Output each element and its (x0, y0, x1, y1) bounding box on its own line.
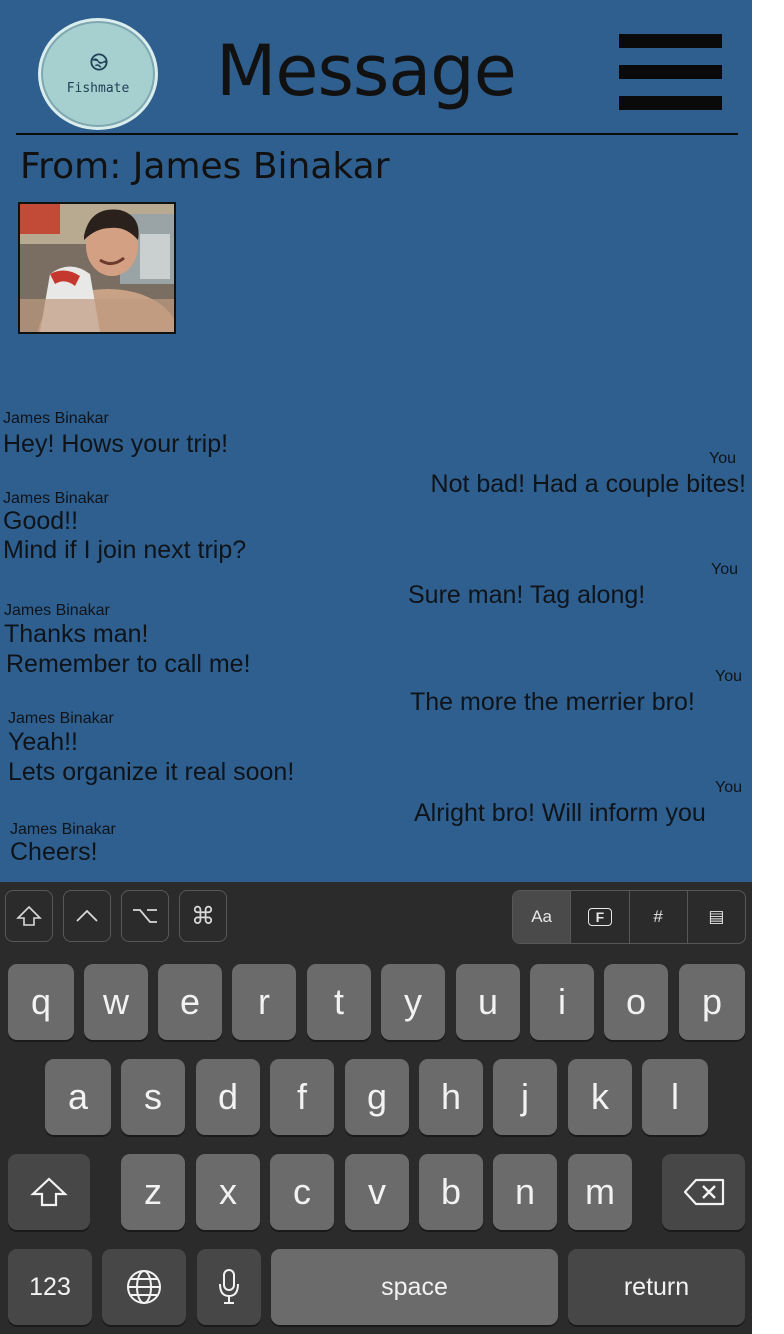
message-text: Yeah!! (8, 728, 78, 756)
fishmate-logo[interactable]: Fishmate (38, 18, 158, 130)
key-w[interactable]: w (84, 964, 148, 1040)
message-text: Lets organize it real soon! (8, 758, 295, 786)
mode-keypad-icon[interactable]: ▤ (686, 891, 745, 943)
header-divider (16, 133, 738, 135)
message-screen: Fishmate Message From: James Binakar Jam… (0, 0, 752, 1334)
message-bubble-right: You The more the merrier bro! (400, 668, 742, 719)
key-p[interactable]: p (679, 964, 745, 1040)
key-b[interactable]: b (419, 1154, 483, 1230)
command-key-icon[interactable]: ⌘ (179, 890, 227, 942)
key-r[interactable]: r (232, 964, 296, 1040)
avatar-photo (20, 204, 174, 332)
shift-icon (30, 1177, 68, 1207)
message-text: Alright bro! Will inform you (414, 799, 706, 827)
key-d[interactable]: d (196, 1059, 260, 1135)
message-text: Sure man! Tag along! (408, 581, 646, 609)
message-sender: James Binakar (10, 821, 116, 838)
message-sender: You (715, 668, 742, 685)
mode-text-aa[interactable]: Aa (513, 891, 571, 943)
key-y[interactable]: y (381, 964, 445, 1040)
key-s[interactable]: s (121, 1059, 185, 1135)
message-sender: James Binakar (8, 710, 114, 727)
logo-text: Fishmate (66, 81, 130, 96)
shift-outline-icon (16, 905, 42, 926)
option-icon (133, 909, 157, 923)
delete-key[interactable] (662, 1154, 745, 1230)
mode-format-icon[interactable]: F (570, 891, 628, 943)
message-text: Good!! (3, 507, 79, 535)
message-text: Mind if I join next trip? (3, 536, 247, 564)
dictation-key[interactable] (197, 1249, 261, 1325)
message-bubble-left: James Binakar Cheers! (10, 821, 116, 865)
key-v[interactable]: v (345, 1154, 409, 1230)
key-i[interactable]: i (530, 964, 594, 1040)
message-sender: James Binakar (4, 602, 110, 619)
keyboard-mode-selector: Aa F # ▤ (512, 890, 746, 944)
control-key-icon[interactable] (63, 890, 111, 942)
message-bubble-right: You Sure man! Tag along! (400, 561, 738, 612)
key-m[interactable]: m (568, 1154, 632, 1230)
microphone-icon (219, 1269, 239, 1304)
key-l[interactable]: l (642, 1059, 708, 1135)
message-sender: James Binakar (3, 410, 109, 427)
key-t[interactable]: t (307, 964, 371, 1040)
on-screen-keyboard: ⌘ Aa F # ▤ q w e r t y u i o p a s d f g… (0, 882, 752, 1334)
key-q[interactable]: q (8, 964, 74, 1040)
key-z[interactable]: z (121, 1154, 185, 1230)
key-k[interactable]: k (568, 1059, 632, 1135)
message-sender: You (709, 450, 736, 467)
message-bubble-right: You Alright bro! Will inform you (400, 779, 742, 830)
key-h[interactable]: h (419, 1059, 483, 1135)
message-text: The more the merrier bro! (410, 688, 695, 716)
key-f[interactable]: f (270, 1059, 334, 1135)
numbers-key[interactable]: 123 (8, 1249, 92, 1325)
message-sender: You (715, 779, 742, 796)
backspace-icon (683, 1178, 724, 1206)
message-text: Not bad! Had a couple bites! (430, 470, 746, 498)
globe-icon (127, 1270, 161, 1304)
message-text: Hey! Hows your trip! (3, 430, 229, 458)
mode-hash[interactable]: # (628, 891, 687, 943)
shift-key[interactable] (8, 1154, 90, 1230)
space-key[interactable]: space (271, 1249, 558, 1325)
key-e[interactable]: e (158, 964, 222, 1040)
message-text: Thanks man! (4, 620, 149, 648)
option-key-icon[interactable] (121, 890, 169, 942)
sender-avatar[interactable] (18, 202, 176, 334)
key-o[interactable]: o (604, 964, 668, 1040)
key-j[interactable]: j (493, 1059, 557, 1135)
message-bubble-left: James Binakar Good!! Mind if I join next… (3, 490, 246, 567)
key-u[interactable]: u (456, 964, 520, 1040)
key-n[interactable]: n (493, 1154, 557, 1230)
globe-icon (90, 53, 108, 71)
hamburger-menu-icon[interactable] (619, 34, 722, 112)
key-g[interactable]: g (345, 1059, 409, 1135)
key-x[interactable]: x (196, 1154, 260, 1230)
key-c[interactable]: c (270, 1154, 334, 1230)
from-label: From: James Binakar (20, 146, 390, 187)
message-text: Remember to call me! (6, 650, 251, 678)
message-bubble-left: James Binakar Thanks man! Remember to ca… (4, 602, 251, 681)
message-sender: You (711, 561, 738, 578)
page-title: Message (216, 30, 517, 112)
key-a[interactable]: a (45, 1059, 111, 1135)
message-text: Cheers! (10, 838, 98, 866)
return-key[interactable]: return (568, 1249, 745, 1325)
message-sender: James Binakar (3, 490, 109, 507)
shift-tool-icon[interactable] (5, 890, 53, 942)
message-bubble-left: James Binakar Yeah!! Lets organize it re… (8, 710, 294, 789)
message-bubble-right: You Not bad! Had a couple bites! (400, 450, 746, 501)
message-bubble-left: James Binakar Hey! Hows your trip! (3, 410, 228, 461)
globe-key[interactable] (102, 1249, 186, 1325)
caret-up-icon (76, 909, 98, 922)
